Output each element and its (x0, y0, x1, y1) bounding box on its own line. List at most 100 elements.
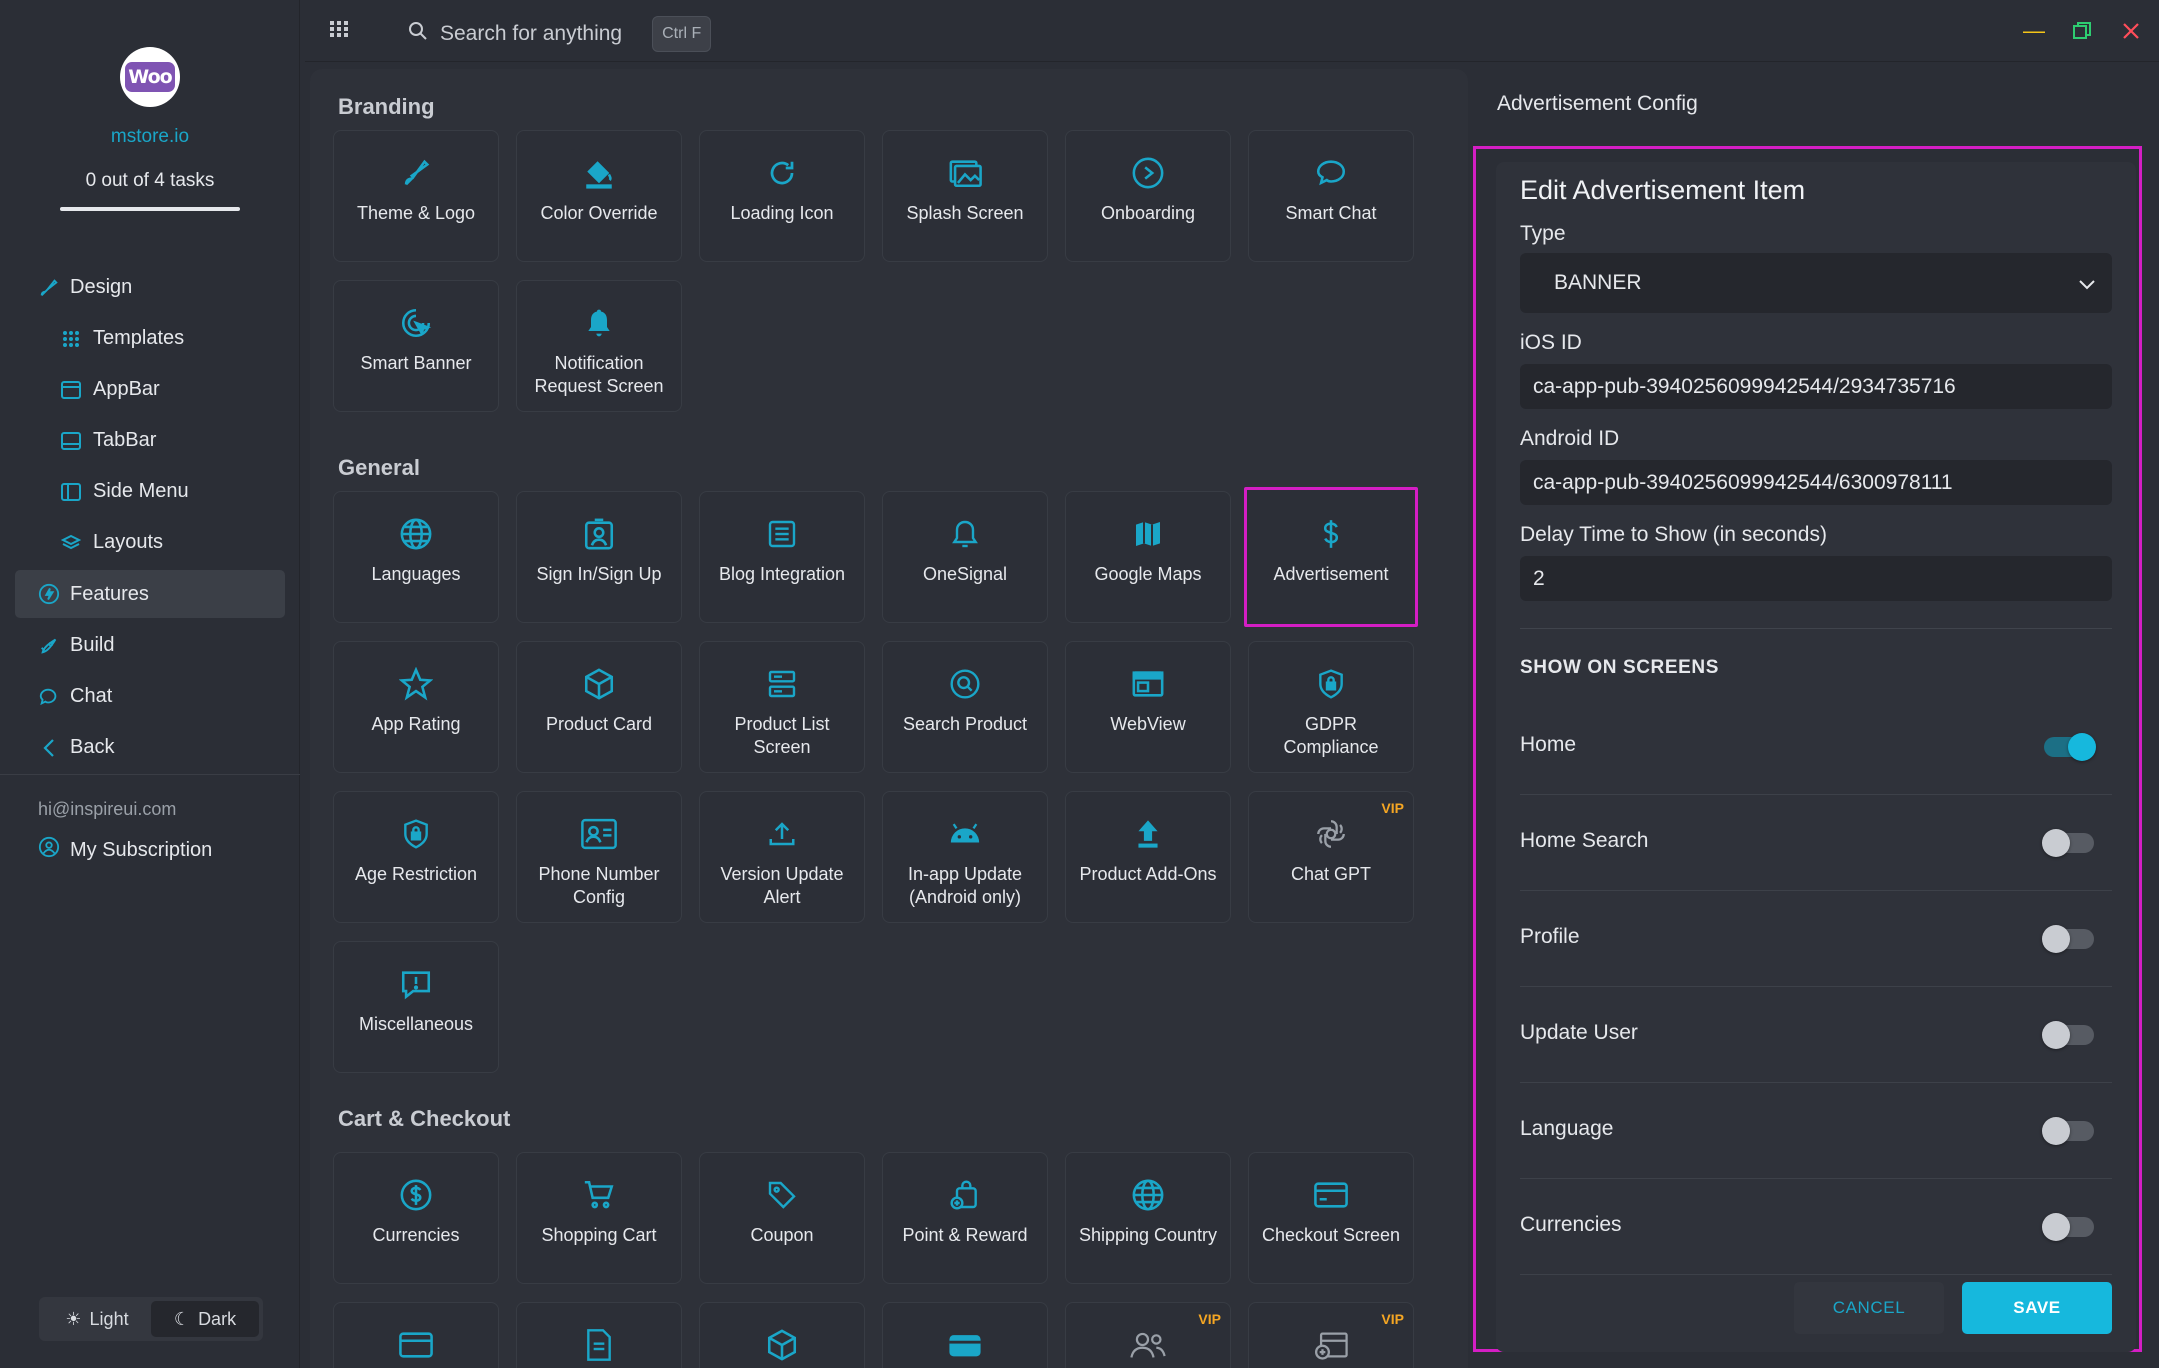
feature-card-color-override[interactable]: Color Override (516, 130, 682, 262)
feature-card-partial[interactable] (333, 1302, 499, 1368)
toggle-switch-profile[interactable] (2042, 925, 2094, 953)
screen-label: Currencies (1520, 1213, 1622, 1236)
ios-id-input[interactable]: ca-app-pub-3940256099942544/2934735716 (1520, 364, 2112, 409)
tasks-progress-bar (60, 207, 240, 211)
search-bar[interactable]: Search for anything Ctrl F (408, 16, 712, 52)
feature-card-app-rating[interactable]: App Rating (333, 641, 499, 773)
feature-card-partial[interactable] (516, 1302, 682, 1368)
feature-card-partial[interactable] (882, 1302, 1048, 1368)
feature-card-coupon[interactable]: Coupon (699, 1152, 865, 1284)
feature-card-partial[interactable] (699, 1302, 865, 1368)
android-id-input[interactable]: ca-app-pub-3940256099942544/6300978111 (1520, 460, 2112, 505)
feature-card-onboarding[interactable]: Onboarding (1065, 130, 1231, 262)
feature-card-loading-icon[interactable]: Loading Icon (699, 130, 865, 262)
feature-card-checkout-screen[interactable]: Checkout Screen (1248, 1152, 1414, 1284)
card-label: Google Maps (1094, 564, 1202, 584)
cancel-button[interactable]: CANCEL (1794, 1282, 1944, 1334)
type-select[interactable]: BANNER (1520, 253, 2112, 313)
feature-card-webview[interactable]: WebView (1065, 641, 1231, 773)
toggle-switch-home[interactable] (2044, 733, 2096, 761)
apps-grid-icon[interactable] (329, 18, 351, 45)
feature-card-advertisement[interactable]: Advertisement (1244, 487, 1418, 627)
theme-light-button[interactable]: ☀ Light (43, 1301, 151, 1337)
feature-card-blog[interactable]: Blog Integration (699, 491, 865, 623)
card-label: GDPR Compliance (1283, 714, 1379, 757)
sidebar-item-back[interactable]: Back (0, 722, 300, 773)
sidebar-item-side-menu[interactable]: Side Menu (0, 466, 300, 517)
toggle-knob (2042, 925, 2070, 953)
sidebar-item-features[interactable]: Features (15, 570, 285, 618)
openai-icon (1311, 814, 1351, 854)
box-icon (762, 1325, 802, 1365)
feature-card-splash-screen[interactable]: Splash Screen (882, 130, 1048, 262)
edit-advertisement-form: Edit Advertisement Item Type BANNER iOS … (1496, 162, 2136, 1352)
feature-card-smart-banner[interactable]: Smart Banner (333, 280, 499, 412)
feature-card-partial[interactable]: VIP (1065, 1302, 1231, 1368)
minimize-icon[interactable]: — (2021, 18, 2047, 44)
dollar-circle-icon (396, 1175, 436, 1215)
search-icon (408, 21, 428, 47)
sidebar-item-chat[interactable]: Chat (0, 671, 300, 722)
theme-dark-button[interactable]: ☾ Dark (151, 1301, 259, 1337)
maximize-icon[interactable] (2069, 18, 2095, 44)
feature-card-product-card[interactable]: Product Card (516, 641, 682, 773)
feature-card-search-product[interactable]: Search Product (882, 641, 1048, 773)
screen-label: Home Search (1520, 829, 1649, 852)
subscription-label: My Subscription (70, 838, 213, 861)
play-circle-icon (1128, 153, 1168, 193)
feature-card-google-maps[interactable]: Google Maps (1065, 491, 1231, 623)
toggle-switch-language[interactable] (2042, 1117, 2094, 1145)
feature-card-currencies[interactable]: Currencies (333, 1152, 499, 1284)
feature-card-product-list[interactable]: Product List Screen (699, 641, 865, 773)
card-label: Phone Number Config (538, 864, 660, 907)
list-blocks-icon (762, 664, 802, 704)
delay-input[interactable]: 2 (1520, 556, 2112, 601)
side-menu-icon (60, 481, 82, 503)
feature-card-product-addons[interactable]: Product Add-Ons (1065, 791, 1231, 923)
target-click-icon (396, 303, 436, 343)
theme-light-label: Light (89, 1308, 129, 1329)
toggle-switch-currencies[interactable] (2042, 1213, 2094, 1241)
my-subscription-link[interactable]: My Subscription (38, 836, 212, 864)
screen-row-update-user: Update User (1520, 987, 2112, 1083)
sidebar: Woo mstore.io 0 out of 4 tasks Design Te… (0, 0, 300, 1368)
document-list-icon (762, 514, 802, 554)
sidebar-item-templates[interactable]: Templates (0, 313, 300, 364)
feature-card-point-reward[interactable]: Point & Reward (882, 1152, 1048, 1284)
toggle-knob (2042, 829, 2070, 857)
toggle-switch-update-user[interactable] (2042, 1021, 2094, 1049)
card-label: Splash Screen (906, 203, 1024, 223)
feature-card-miscellaneous[interactable]: Miscellaneous (333, 941, 499, 1073)
bag-plus-icon (945, 1175, 985, 1215)
feature-card-smart-chat[interactable]: Smart Chat (1248, 130, 1414, 262)
sidebar-item-design[interactable]: Design (0, 262, 300, 313)
feature-card-partial[interactable]: VIP (1248, 1302, 1414, 1368)
card-label: Blog Integration (718, 564, 846, 584)
toggle-switch-home-search[interactable] (2042, 829, 2094, 857)
feature-card-in-app-update[interactable]: In-app Update (Android only) (882, 791, 1048, 923)
sidebar-item-appbar[interactable]: AppBar (0, 364, 300, 415)
sidebar-item-build[interactable]: Build (0, 620, 300, 671)
user-badge-icon (579, 514, 619, 554)
feature-card-gdpr[interactable]: GDPR Compliance (1248, 641, 1414, 773)
feature-card-shopping-cart[interactable]: Shopping Cart (516, 1152, 682, 1284)
close-icon[interactable] (2118, 18, 2144, 44)
feature-card-sign-in[interactable]: Sign In/Sign Up (516, 491, 682, 623)
feature-card-chat-gpt[interactable]: VIP Chat GPT (1248, 791, 1414, 923)
woo-logo: Woo (120, 47, 180, 107)
feature-card-theme-logo[interactable]: Theme & Logo (333, 130, 499, 262)
sidebar-item-layouts[interactable]: Layouts (0, 517, 300, 568)
feature-card-phone-number[interactable]: Phone Number Config (516, 791, 682, 923)
feature-card-onesignal[interactable]: OneSignal (882, 491, 1048, 623)
section-title-cart: Cart & Checkout (338, 1106, 511, 1131)
feature-card-shipping-country[interactable]: Shipping Country (1065, 1152, 1231, 1284)
toggle-knob (2042, 1213, 2070, 1241)
feature-card-languages[interactable]: Languages (333, 491, 499, 623)
feature-card-notification-request[interactable]: Notification Request Screen (516, 280, 682, 412)
sidebar-item-tabbar[interactable]: TabBar (0, 415, 300, 466)
feature-card-version-update[interactable]: Version Update Alert (699, 791, 865, 923)
save-button[interactable]: SAVE (1962, 1282, 2112, 1334)
feature-card-age-restriction[interactable]: Age Restriction (333, 791, 499, 923)
tasks-status[interactable]: 0 out of 4 tasks (0, 170, 300, 192)
store-name[interactable]: mstore.io (0, 126, 300, 148)
